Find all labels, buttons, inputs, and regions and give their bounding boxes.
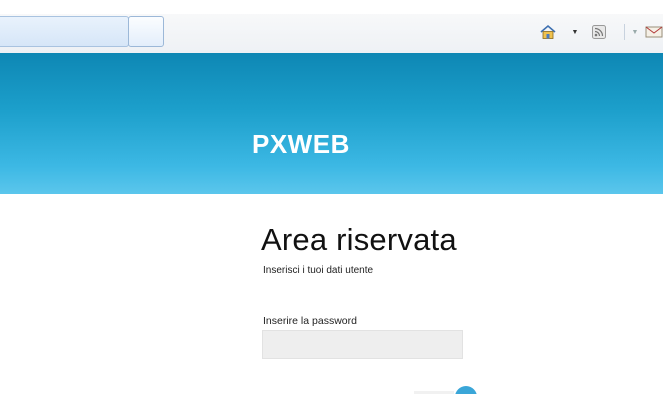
password-input[interactable] [262,330,463,359]
page-subtitle: Inserisci i tuoi dati utente [263,265,374,276]
home-button[interactable] [538,22,558,42]
password-label: Inserire la password [263,315,357,327]
browser-tab-active[interactable] [0,16,129,47]
feeds-icon [592,25,606,39]
mail-button[interactable] [645,22,663,42]
feeds-dropdown[interactable]: ▼ [630,22,640,42]
browser-toolbar: ▼ ▼ [0,0,663,53]
home-dropdown[interactable]: ▼ [570,22,580,42]
feeds-button[interactable] [590,22,608,42]
page-title: Area riservata [261,222,457,257]
menu-strip [0,0,663,14]
site-logo-text[interactable]: PXWEB [252,129,350,160]
home-icon [540,24,556,39]
mail-icon [645,26,663,38]
page: ▼ ▼ PXWEB Area riservata Inserisci i tuo… [0,0,663,394]
submit-button[interactable] [455,386,477,394]
toolbar-separator [624,24,625,40]
chevron-down-icon: ▼ [631,28,639,36]
chevron-down-icon: ▼ [571,28,579,36]
site-header: PXWEB [0,53,663,194]
new-tab-button[interactable] [128,16,164,47]
